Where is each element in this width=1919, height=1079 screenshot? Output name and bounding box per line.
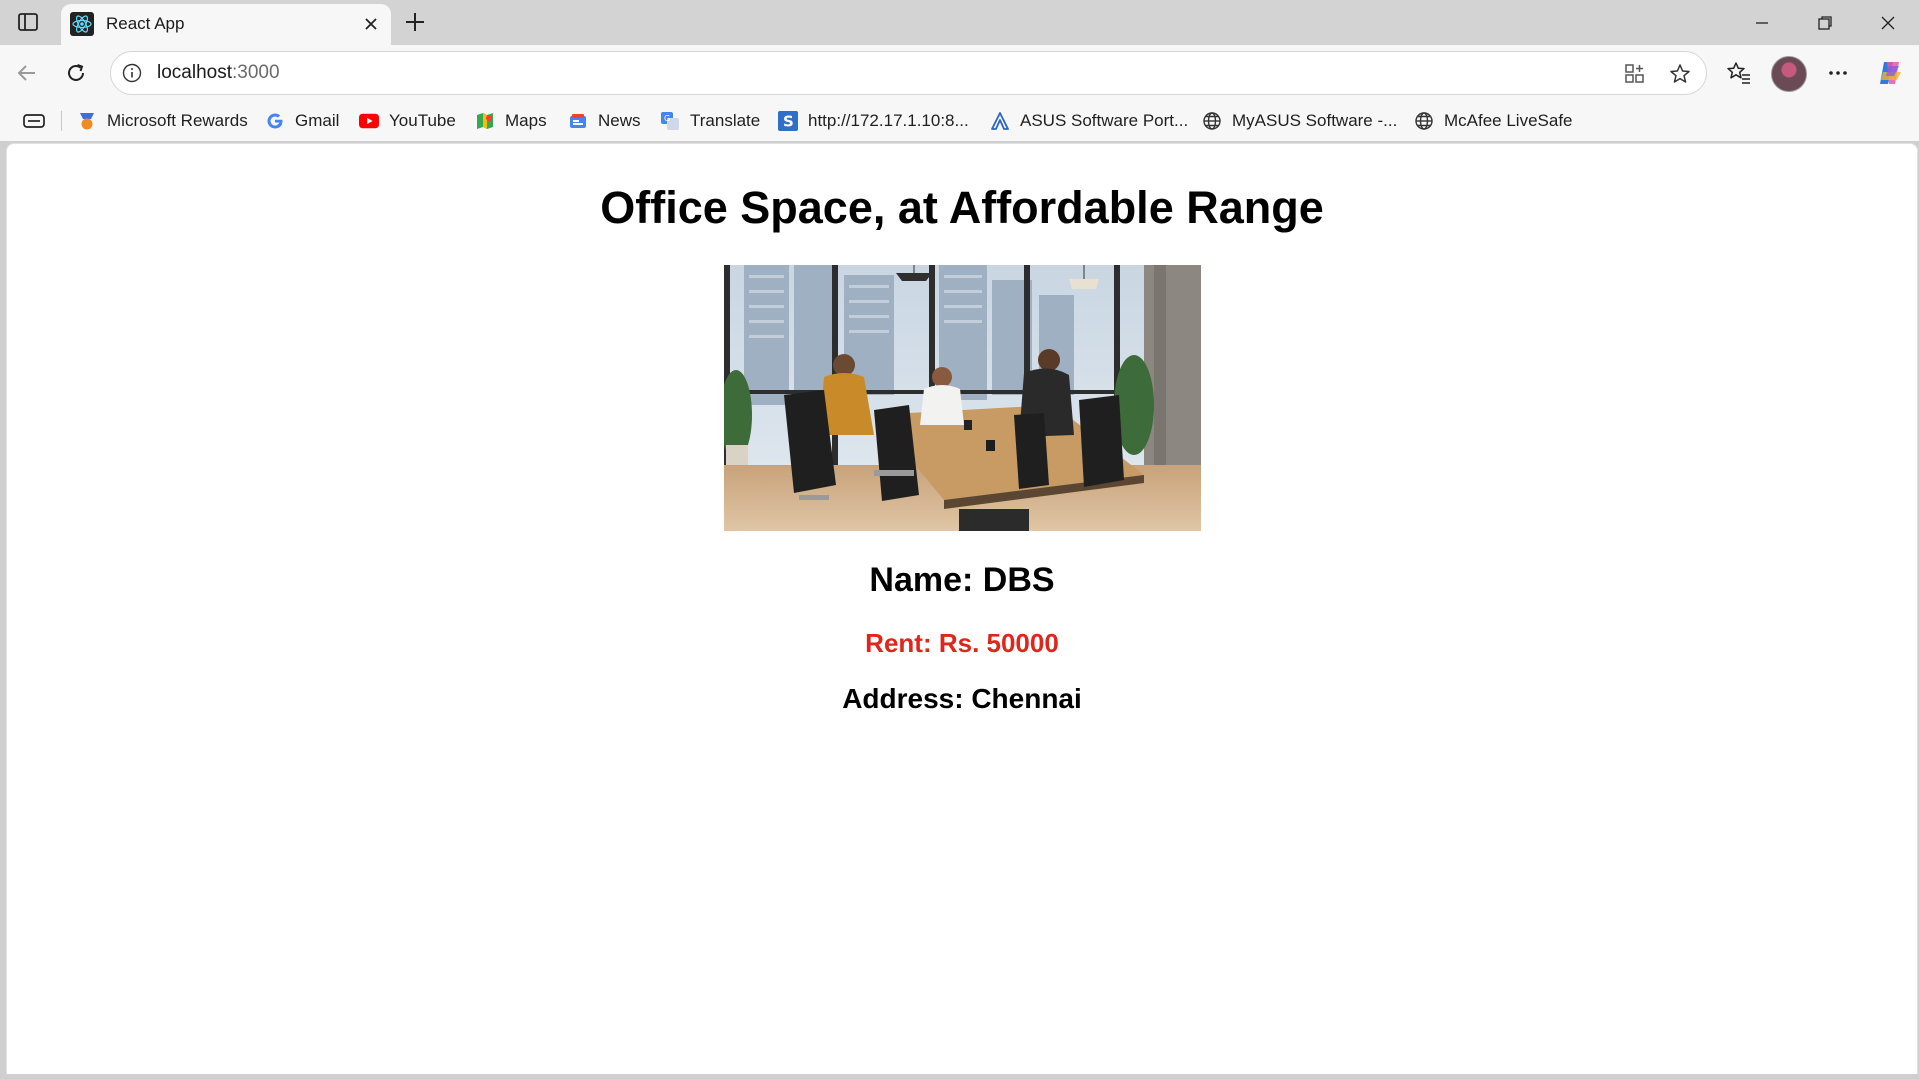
profile-avatar[interactable] <box>1771 56 1807 92</box>
svg-text:S: S <box>783 113 794 131</box>
bookmark-myasus-software[interactable]: MyASUS Software -... <box>1202 109 1397 133</box>
office-image <box>724 265 1201 531</box>
bookmark-microsoft-rewards[interactable]: Microsoft Rewards <box>77 109 248 133</box>
copilot-icon[interactable] <box>1874 57 1906 89</box>
more-options-icon[interactable] <box>1822 57 1854 89</box>
office-rent: Rent: Rs. 50000 <box>865 628 1059 658</box>
browser-toolbar: localhost:3000 <box>0 45 1919 101</box>
favorite-star-icon[interactable] <box>1667 61 1693 87</box>
bookmark-mcafee-livesafe[interactable]: McAfee LiveSafe <box>1414 109 1573 133</box>
youtube-icon <box>359 111 379 131</box>
globe-icon <box>1202 111 1222 131</box>
bookmarks-separator <box>61 111 62 131</box>
window-controls <box>1730 0 1919 45</box>
tab-title: React App <box>106 14 185 33</box>
address-bar[interactable]: localhost:3000 <box>110 51 1707 95</box>
app-available-icon[interactable] <box>1622 61 1648 87</box>
tab-strip: React App <box>0 0 1919 45</box>
office-name: Name: DBS <box>869 561 1055 599</box>
new-tab-button[interactable] <box>400 9 430 35</box>
bookmark-maps[interactable]: Maps <box>475 109 547 133</box>
favorites-icon[interactable] <box>1723 57 1755 89</box>
page-title: Office Space, at Affordable Range <box>600 182 1324 233</box>
globe-icon <box>1414 111 1434 131</box>
react-icon <box>70 12 94 36</box>
bookmark-translate[interactable]: G Translate <box>660 109 760 133</box>
maps-icon <box>475 111 495 131</box>
page-viewport: Office Space, at Affordable Range Name: … <box>6 143 1918 1076</box>
bookmarks-bar: Microsoft Rewards Gmail YouTube Maps New… <box>0 101 1919 141</box>
svg-text:G: G <box>664 114 670 123</box>
office-address: Address: Chennai <box>842 683 1082 714</box>
minimize-icon[interactable] <box>1730 0 1793 45</box>
google-icon <box>265 111 285 131</box>
back-icon[interactable] <box>12 58 42 88</box>
bookmark-ip-address[interactable]: S http://172.17.1.10:8... <box>778 109 969 133</box>
window-bottom-edge <box>0 1074 1919 1079</box>
news-icon <box>568 111 588 131</box>
rewards-icon <box>77 111 97 131</box>
close-window-icon[interactable] <box>1856 0 1919 45</box>
translate-icon: G <box>660 111 680 131</box>
url-text[interactable]: localhost:3000 <box>157 62 280 84</box>
tab-react-app[interactable]: React App <box>61 4 391 45</box>
bookmark-asus-software-portal[interactable]: ASUS Software Port... <box>990 109 1188 133</box>
bookmark-gmail[interactable]: Gmail <box>265 109 339 133</box>
reload-icon[interactable] <box>61 58 91 88</box>
bookmark-youtube[interactable]: YouTube <box>359 109 456 133</box>
close-tab-icon[interactable] <box>361 14 381 34</box>
s-icon: S <box>778 111 798 131</box>
restore-icon[interactable] <box>1793 0 1856 45</box>
tab-actions-icon[interactable] <box>12 9 44 35</box>
asus-icon <box>990 111 1010 131</box>
bookmark-news[interactable]: News <box>568 109 641 133</box>
site-info-icon[interactable] <box>121 62 143 84</box>
collections-icon[interactable] <box>21 110 47 132</box>
